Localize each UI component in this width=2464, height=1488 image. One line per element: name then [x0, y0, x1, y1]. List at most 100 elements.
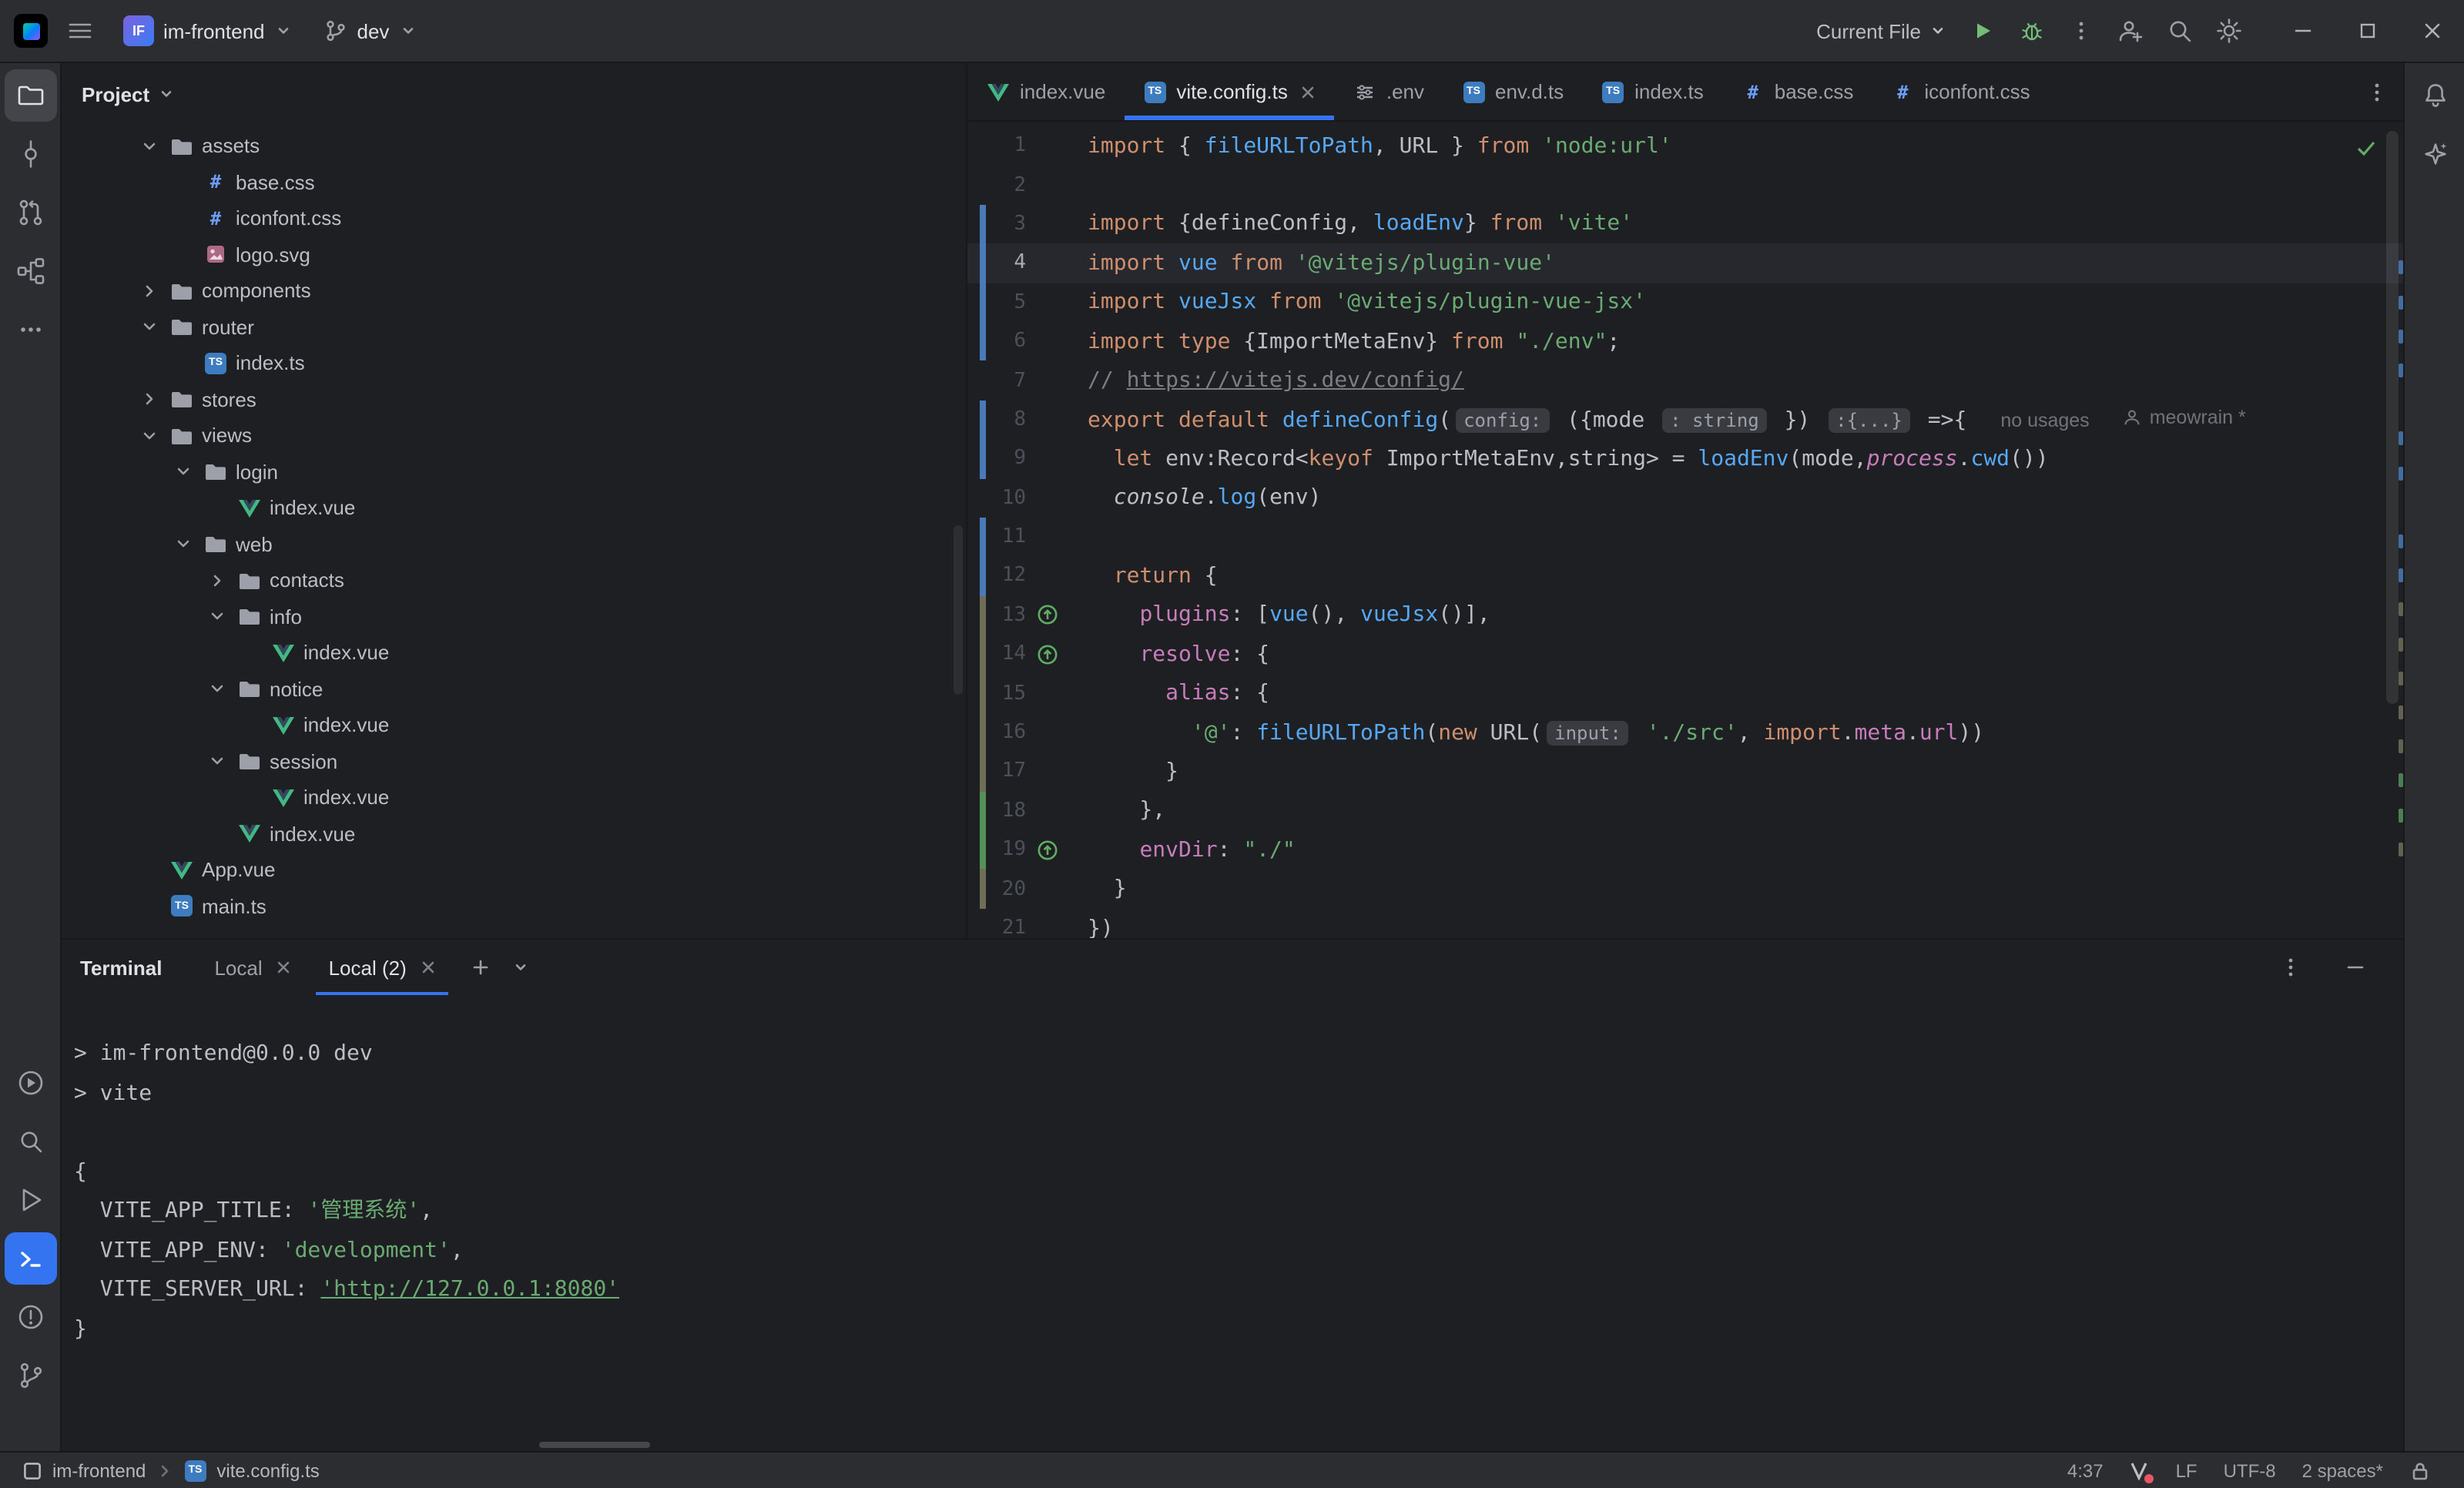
tool-stripe-pull-requests-button[interactable]	[4, 186, 56, 239]
line-number[interactable]: 17	[986, 760, 1026, 783]
editor-tab[interactable]: #base.css	[1722, 63, 1872, 120]
terminal-tab-dropdown-button[interactable]	[501, 947, 541, 987]
terminal-output[interactable]: > im-frontend@0.0.0 dev> vite{ VITE_APP_…	[62, 995, 2403, 1451]
project-widget[interactable]: IF im-frontend	[112, 9, 303, 52]
code-line[interactable]: 10 console.log(env)	[967, 478, 2403, 518]
code-line[interactable]: 12 return {	[967, 557, 2403, 596]
editor-tab[interactable]: .env	[1334, 63, 1443, 120]
line-number[interactable]: 13	[986, 604, 1026, 627]
code-vision-usages[interactable]: no usages	[2000, 410, 2089, 431]
indent-widget[interactable]: 2 spaces*	[2302, 1460, 2383, 1481]
search-everywhere-button[interactable]	[2157, 8, 2203, 54]
tool-stripe-project-button[interactable]	[4, 69, 56, 122]
line-number[interactable]: 15	[986, 682, 1026, 705]
tool-stripe-version-control-button[interactable]	[4, 1349, 56, 1402]
editor-tab[interactable]: TSvite.config.ts	[1124, 63, 1334, 120]
settings-button[interactable]	[2206, 8, 2252, 54]
tree-item[interactable]: web	[62, 526, 966, 562]
line-number[interactable]: 19	[986, 838, 1026, 861]
tree-item[interactable]: TSindex.ts	[62, 345, 966, 381]
line-number[interactable]: 10	[986, 486, 1026, 509]
debug-button[interactable]	[2009, 8, 2055, 54]
chevron-right-icon[interactable]	[205, 568, 230, 593]
new-terminal-tab-button[interactable]	[461, 947, 501, 987]
code-line[interactable]: 21})	[967, 909, 2403, 938]
code-with-me-button[interactable]	[2107, 8, 2154, 54]
inspections-status-icon[interactable]	[2354, 136, 2379, 160]
code-line[interactable]: 4import vue from '@vitejs/plugin-vue'	[967, 243, 2403, 283]
tree-item[interactable]: assets	[62, 128, 966, 164]
line-number[interactable]: 7	[986, 369, 1026, 392]
tree-item[interactable]: TSmain.ts	[62, 888, 966, 924]
tree-item[interactable]: logo.svg	[62, 236, 966, 273]
tool-stripe-more-button[interactable]	[4, 303, 56, 356]
line-number[interactable]: 3	[986, 213, 1026, 236]
tree-item[interactable]: contacts	[62, 562, 966, 598]
more-actions-button[interactable]	[2058, 8, 2104, 54]
code-line[interactable]: 1import { fileURLToPath, URL } from 'nod…	[967, 126, 2403, 166]
code-line[interactable]: 9 let env:Record<keyof ImportMetaEnv,str…	[967, 439, 2403, 478]
code-line[interactable]: 19 envDir: "./"	[967, 830, 2403, 870]
line-number[interactable]: 20	[986, 877, 1026, 900]
tool-stripe-find-button[interactable]	[4, 1115, 56, 1168]
tool-stripe-ai-assistant-button[interactable]	[2409, 128, 2461, 180]
tool-stripe-terminal-button[interactable]	[4, 1232, 56, 1285]
close-icon[interactable]	[1300, 84, 1316, 99]
line-number[interactable]: 16	[986, 721, 1026, 744]
code-line[interactable]: 6import type {ImportMetaEnv} from "./env…	[967, 322, 2403, 361]
tree-item[interactable]: views	[62, 417, 966, 454]
code-vision-author[interactable]: meowrain *	[2124, 407, 2246, 428]
close-button[interactable]	[2400, 0, 2464, 62]
line-number[interactable]: 18	[986, 799, 1026, 823]
editor-tab[interactable]: TSindex.ts	[1582, 63, 1722, 120]
tool-stripe-services-button[interactable]	[4, 1057, 56, 1109]
terminal-tab[interactable]: Local	[202, 940, 303, 995]
editor-scrollbar[interactable]	[2386, 131, 2399, 704]
tree-scrollbar[interactable]	[954, 525, 963, 695]
code-line[interactable]: 3import {defineConfig, loadEnv} from 'vi…	[967, 205, 2403, 244]
vcs-branch-widget[interactable]: dev	[313, 12, 428, 49]
chevron-down-icon[interactable]	[171, 532, 196, 557]
breadcrumb-file[interactable]: vite.config.ts	[216, 1460, 319, 1481]
code-line[interactable]: 17 }	[967, 752, 2403, 792]
chevron-down-icon[interactable]	[137, 315, 162, 340]
gutter-arrow-icon[interactable]	[1032, 644, 1063, 665]
code-line[interactable]: 14 resolve: {	[967, 635, 2403, 674]
chevron-down-icon[interactable]	[205, 677, 230, 702]
tree-item[interactable]: index.vue	[62, 635, 966, 671]
minimize-button[interactable]	[2271, 0, 2335, 62]
code-editor[interactable]: 1import { fileURLToPath, URL } from 'nod…	[967, 122, 2403, 938]
vim-mode-widget[interactable]	[2130, 1460, 2150, 1480]
editor-tab[interactable]: #iconfont.css	[1872, 63, 2048, 120]
code-line[interactable]: 5import vueJsx from '@vitejs/plugin-vue-…	[967, 283, 2403, 322]
chevron-right-icon[interactable]	[137, 387, 162, 412]
line-number[interactable]: 12	[986, 565, 1026, 588]
maximize-button[interactable]	[2335, 0, 2400, 62]
tree-item[interactable]: index.vue	[62, 779, 966, 816]
chevron-right-icon[interactable]	[137, 279, 162, 303]
tool-stripe-structure-button[interactable]	[4, 245, 56, 297]
chevron-down-icon[interactable]	[137, 424, 162, 448]
tool-stripe-commit-button[interactable]	[4, 128, 56, 180]
encoding-widget[interactable]: UTF-8	[2224, 1460, 2276, 1481]
tree-item[interactable]: App.vue	[62, 852, 966, 888]
run-button[interactable]	[1959, 8, 2006, 54]
tree-item[interactable]: notice	[62, 671, 966, 707]
tool-stripe-run-button[interactable]	[4, 1174, 56, 1226]
code-line[interactable]: 7// https://vitejs.dev/config/	[967, 361, 2403, 400]
breadcrumb-project[interactable]: im-frontend	[52, 1460, 146, 1481]
terminal-options-button[interactable]	[2271, 947, 2311, 987]
close-icon[interactable]	[421, 960, 436, 975]
close-icon[interactable]	[277, 960, 292, 975]
readonly-lock-icon[interactable]	[2409, 1460, 2431, 1481]
tree-item[interactable]: index.vue	[62, 707, 966, 743]
editor-tab[interactable]: TSenv.d.ts	[1443, 63, 1582, 120]
tree-item[interactable]: info	[62, 598, 966, 635]
line-number[interactable]: 5	[986, 291, 1026, 314]
code-line[interactable]: 13 plugins: [vue(), vueJsx()],	[967, 595, 2403, 635]
tree-item[interactable]: index.vue	[62, 816, 966, 852]
tree-item[interactable]: #iconfont.css	[62, 200, 966, 236]
tree-item[interactable]: components	[62, 273, 966, 309]
terminal-tab[interactable]: Local (2)	[317, 940, 448, 995]
terminal-link[interactable]: 'http://127.0.0.1:8080'	[320, 1277, 619, 1302]
